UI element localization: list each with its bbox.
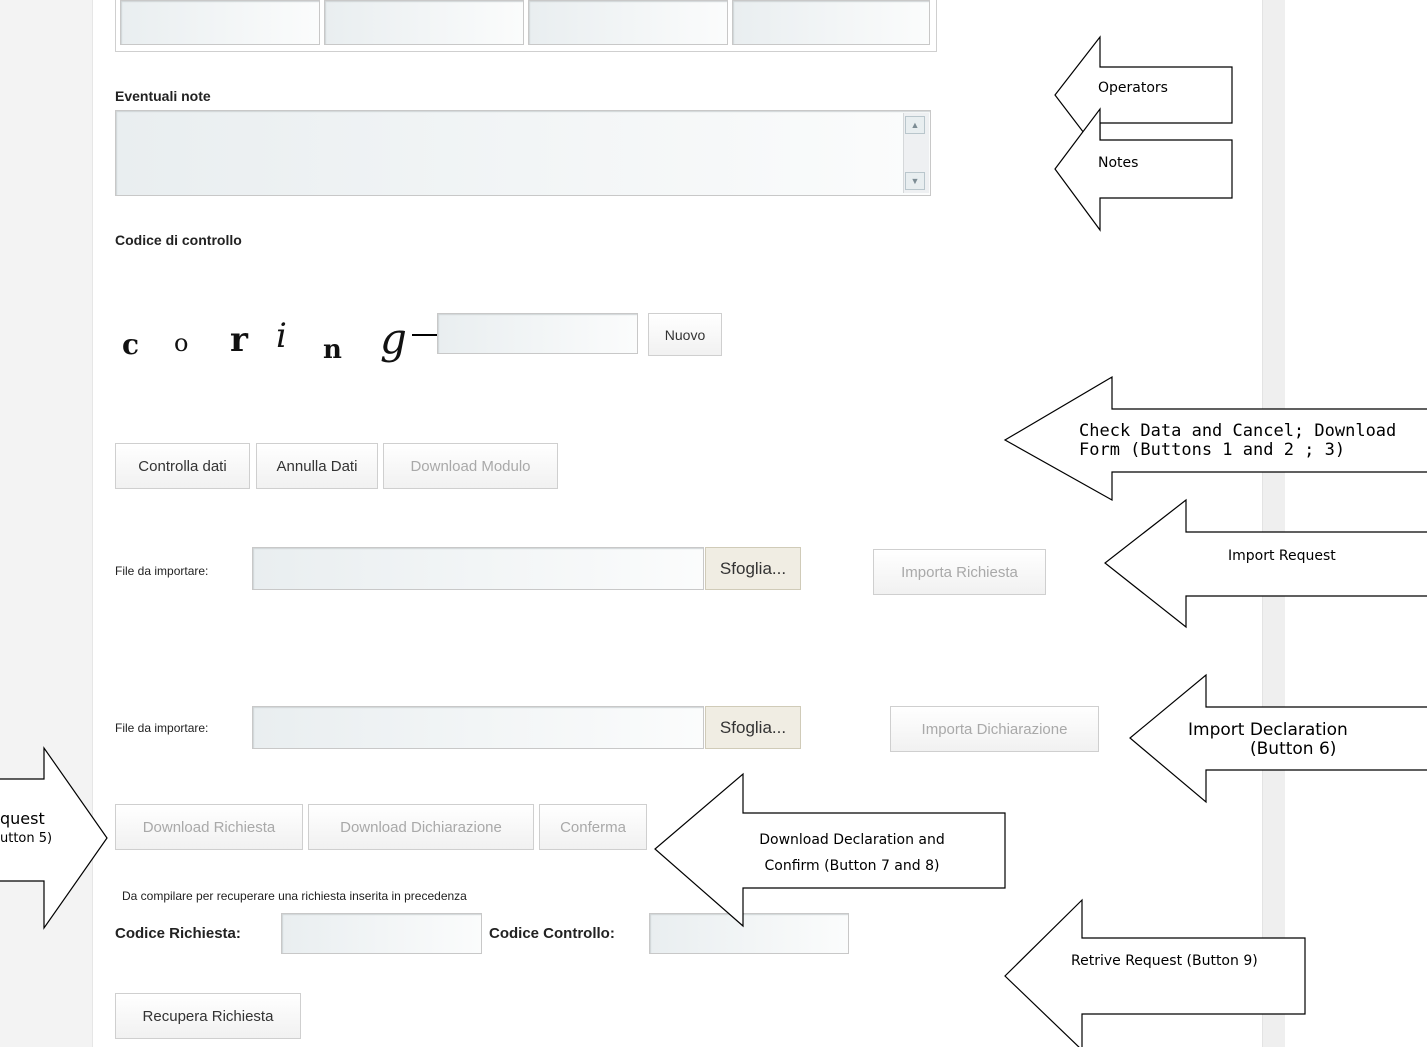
callout-line: utton 5) — [0, 831, 53, 846]
retrieve-request-callout-text: Retrive Request (Button 9) — [1071, 953, 1258, 969]
callout-line: Download Declaration and — [759, 832, 945, 848]
import-request-callout-text: Import Request — [1228, 548, 1336, 564]
operators-callout-text: Operators — [1098, 80, 1168, 96]
callout-line: Confirm (Button 7 and 8) — [764, 858, 940, 874]
annotation-arrows — [0, 35, 1427, 1047]
import-declaration-callout-text: Import Declaration (Button 6) — [1188, 721, 1348, 759]
left-arrow-retrieve-request-callout — [1004, 898, 1306, 1047]
check-data-callout-text: Check Data and Cancel; Download Form (Bu… — [1079, 422, 1396, 460]
notes-callout-text: Notes — [1098, 155, 1139, 171]
callout-line: Check Data and Cancel; Download — [1079, 421, 1397, 441]
download-request-callout-text: quest utton 5) — [0, 809, 52, 849]
callout-line: quest — [0, 809, 45, 828]
download-declaration-callout-text: Download Declaration and Confirm (Button… — [752, 827, 952, 879]
callout-line: (Button 6) — [1250, 739, 1337, 759]
callout-line: Import Declaration — [1188, 720, 1348, 740]
callout-line: Form (Buttons 1 and 2 ; 3) — [1079, 440, 1346, 460]
